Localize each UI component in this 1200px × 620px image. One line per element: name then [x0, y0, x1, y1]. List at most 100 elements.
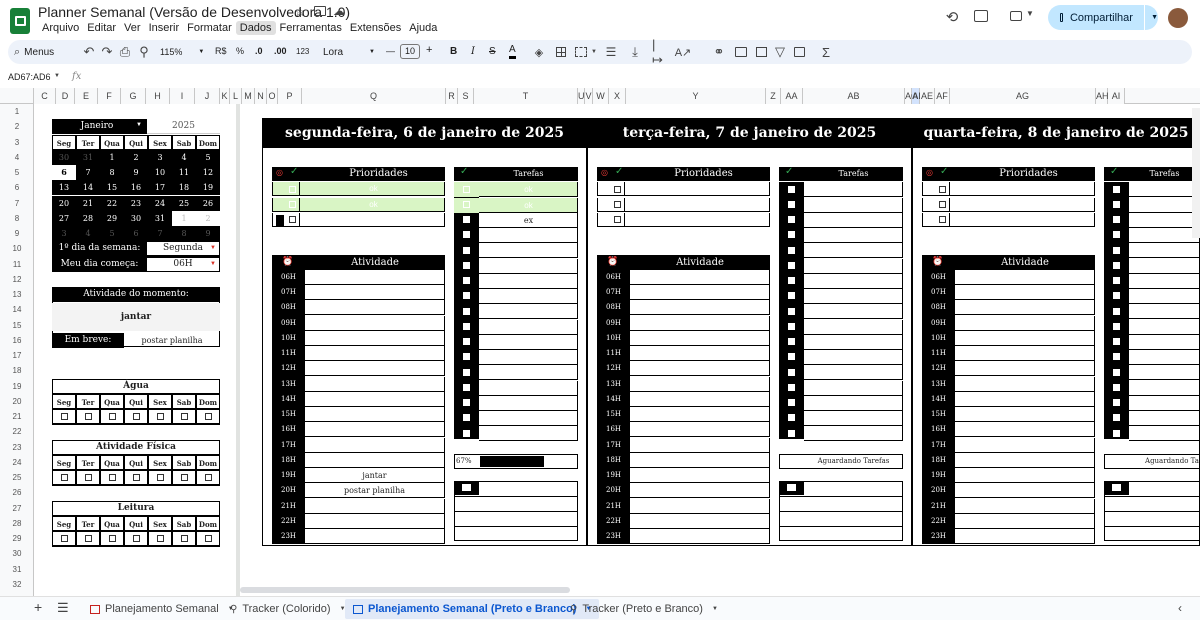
- calendar-month[interactable]: Janeiro: [52, 119, 142, 134]
- task-checkbox[interactable]: [1104, 228, 1129, 243]
- tracker-checkbox[interactable]: [100, 531, 124, 546]
- task-checkbox[interactable]: [779, 411, 804, 426]
- text-color-button[interactable]: A: [509, 44, 516, 59]
- activity-slot[interactable]: jantar: [305, 468, 445, 483]
- select-all-corner[interactable]: [0, 88, 34, 104]
- column-header-z[interactable]: Z: [766, 88, 781, 104]
- activity-slot[interactable]: [305, 452, 445, 468]
- task-checkbox[interactable]: [779, 243, 804, 258]
- calendar-day[interactable]: 5: [100, 226, 124, 241]
- activity-slot[interactable]: [630, 285, 770, 300]
- menu-3[interactable]: Inserir: [145, 21, 184, 35]
- task-checkbox[interactable]: [454, 228, 479, 243]
- calendar-day[interactable]: 4: [76, 226, 100, 241]
- task-checkbox[interactable]: [1104, 426, 1129, 441]
- row-header-16[interactable]: 16: [0, 333, 34, 348]
- calendar-day[interactable]: 13: [52, 180, 76, 196]
- sheet-tab-dropdown-icon[interactable]: ▼: [712, 606, 718, 612]
- task-checkbox[interactable]: [779, 396, 804, 411]
- row-header-20[interactable]: 20: [0, 394, 34, 409]
- decrease-decimal-button[interactable]: .0: [255, 46, 263, 56]
- task-checkbox[interactable]: [1104, 274, 1129, 289]
- menu-1[interactable]: Editar: [83, 21, 120, 35]
- tracker-checkbox[interactable]: [148, 470, 172, 485]
- task-checkbox[interactable]: [1104, 396, 1129, 411]
- task-checkbox[interactable]: [1104, 304, 1129, 319]
- activity-slot[interactable]: [955, 513, 1095, 529]
- row-header-22[interactable]: 22: [0, 424, 34, 439]
- tracker-checkbox[interactable]: [52, 470, 76, 485]
- search-menus[interactable]: ⌕ Menus: [14, 40, 54, 64]
- activity-slot[interactable]: [630, 361, 770, 377]
- activity-slot[interactable]: [630, 468, 770, 483]
- notes-checkbox[interactable]: [787, 484, 796, 492]
- calendar-day[interactable]: 14: [76, 180, 100, 196]
- move-folder-icon[interactable]: [314, 6, 326, 16]
- calendar-day[interactable]: 1: [100, 149, 124, 165]
- row-header-21[interactable]: 21: [0, 409, 34, 424]
- calendar-day[interactable]: 10: [148, 165, 172, 180]
- activity-slot[interactable]: [630, 422, 770, 438]
- row-header-5[interactable]: 5: [0, 165, 34, 180]
- task-checkbox[interactable]: [779, 426, 804, 441]
- task-checkbox[interactable]: [779, 350, 804, 365]
- add-sheet-button[interactable]: +: [34, 599, 42, 615]
- task-checkbox[interactable]: [1104, 213, 1129, 228]
- row-header-23[interactable]: 23: [0, 440, 34, 455]
- column-header-c[interactable]: C: [34, 88, 56, 104]
- activity-slot[interactable]: [630, 346, 770, 361]
- calendar-day[interactable]: 18: [172, 180, 196, 196]
- currency-button[interactable]: R$: [215, 46, 227, 56]
- activity-slot[interactable]: [305, 376, 445, 392]
- task-checkbox[interactable]: [1104, 259, 1129, 274]
- tracker-checkbox[interactable]: [76, 470, 100, 485]
- row-header-15[interactable]: 15: [0, 318, 34, 333]
- day-start-dropdown-icon[interactable]: ▼: [210, 261, 216, 267]
- column-header-o[interactable]: O: [267, 88, 278, 104]
- tracker-checkbox[interactable]: [172, 409, 196, 424]
- horizontal-scrollbar[interactable]: [240, 587, 570, 593]
- task-checkbox[interactable]: [454, 197, 479, 213]
- activity-slot[interactable]: [630, 330, 770, 346]
- menu-0[interactable]: Arquivo: [38, 21, 83, 35]
- activity-slot[interactable]: [305, 513, 445, 529]
- first-day-dropdown-icon[interactable]: ▼: [210, 245, 216, 251]
- task-checkbox[interactable]: [454, 396, 479, 411]
- sheet-nav-left-icon[interactable]: ‹: [1178, 601, 1182, 615]
- calendar-day[interactable]: 11: [172, 165, 196, 180]
- calendar-day[interactable]: 12: [196, 165, 220, 180]
- align-horizontal-icon[interactable]: ☰: [604, 44, 618, 60]
- row-header-8[interactable]: 8: [0, 211, 34, 226]
- task-checkbox[interactable]: [779, 320, 804, 335]
- activity-slot[interactable]: [955, 346, 1095, 361]
- task-checkbox[interactable]: [779, 335, 804, 350]
- calendar-day[interactable]: 7: [76, 165, 100, 180]
- name-box-dropdown-icon[interactable]: ▼: [54, 73, 60, 79]
- task-checkbox[interactable]: [454, 259, 479, 274]
- text-rotation-icon[interactable]: A↗: [675, 44, 692, 60]
- task-checkbox[interactable]: [1104, 289, 1129, 304]
- calendar-day[interactable]: 26: [196, 195, 220, 211]
- activity-slot[interactable]: [630, 376, 770, 392]
- insert-comment-icon[interactable]: [735, 47, 747, 57]
- sheet-tab-2[interactable]: Planejamento Semanal (Preto e Branco) ▼: [345, 599, 600, 619]
- sheet-tab-1[interactable]: ⚲ Tracker (Colorido) ▼: [230, 599, 346, 619]
- row-header-10[interactable]: 10: [0, 241, 34, 256]
- task-checkbox[interactable]: [454, 289, 479, 304]
- task-checkbox[interactable]: [779, 259, 804, 274]
- column-header-ag[interactable]: AG: [950, 88, 1096, 104]
- task-checkbox[interactable]: [779, 381, 804, 396]
- activity-slot[interactable]: [955, 330, 1095, 346]
- activity-slot[interactable]: [305, 300, 445, 316]
- tracker-checkbox[interactable]: [124, 409, 148, 424]
- avatar[interactable]: [1168, 8, 1188, 28]
- activity-slot[interactable]: [955, 391, 1095, 407]
- print-icon[interactable]: ⎙: [118, 44, 132, 60]
- merge-cells-icon[interactable]: [575, 47, 587, 57]
- row-header-24[interactable]: 24: [0, 455, 34, 470]
- column-header-q[interactable]: Q: [302, 88, 446, 104]
- tracker-checkbox[interactable]: [100, 409, 124, 424]
- share-button[interactable]: Compartilhar ▼: [1048, 5, 1158, 30]
- cloud-status-icon[interactable]: ☁: [333, 4, 345, 18]
- name-box[interactable]: AD67:AD6: [8, 72, 51, 82]
